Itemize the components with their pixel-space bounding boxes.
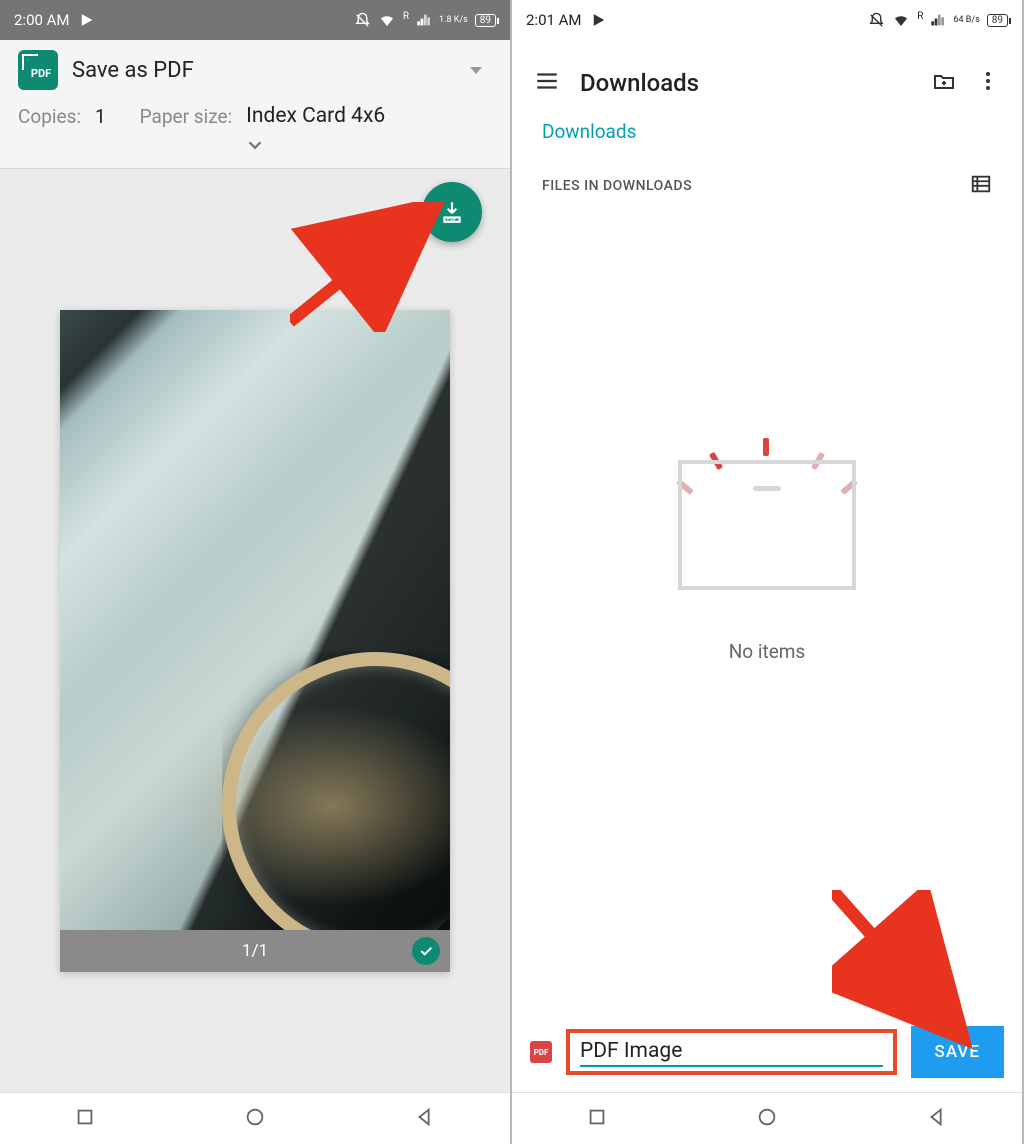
destination-label: Save as PDF bbox=[72, 58, 456, 83]
signal-icon bbox=[416, 12, 432, 28]
print-options-panel: PDF Save as PDF Copies: 1 Paper size: In… bbox=[0, 40, 510, 169]
phone-left-print-screen: 2:00 AM R 1.8 K/s 89 PDF Save as PDF Cop… bbox=[0, 0, 512, 1144]
pdf-icon: PDF bbox=[530, 1041, 552, 1063]
copies-label: Copies: bbox=[18, 105, 81, 128]
page-title: Downloads bbox=[580, 69, 912, 97]
back-button[interactable] bbox=[926, 1106, 948, 1132]
annotation-arrow bbox=[290, 202, 450, 336]
battery-icon: 89 bbox=[475, 14, 496, 27]
home-button[interactable] bbox=[756, 1106, 778, 1132]
play-store-icon bbox=[80, 13, 94, 27]
page-selected-check-icon[interactable] bbox=[412, 937, 440, 965]
more-options-icon[interactable] bbox=[976, 69, 1000, 97]
back-button[interactable] bbox=[414, 1106, 436, 1132]
new-folder-icon[interactable] bbox=[932, 69, 956, 97]
net-rate: 64 B/s bbox=[953, 16, 979, 25]
recent-apps-button[interactable] bbox=[74, 1106, 96, 1132]
home-button[interactable] bbox=[244, 1106, 266, 1132]
breadcrumb-downloads[interactable]: Downloads bbox=[512, 116, 1022, 157]
expand-options-button[interactable] bbox=[18, 128, 492, 164]
dropdown-caret-icon bbox=[470, 67, 482, 74]
list-view-icon[interactable] bbox=[970, 173, 992, 199]
empty-box-illustration bbox=[677, 440, 857, 590]
downloads-header: Downloads bbox=[512, 40, 1022, 116]
network-label: R bbox=[403, 11, 409, 22]
status-bar: 2:00 AM R 1.8 K/s 89 bbox=[0, 0, 510, 40]
pdf-icon: PDF bbox=[18, 50, 58, 90]
phone-right-downloads-screen: 2:01 AM R 64 B/s 89 Downloads Downloads … bbox=[512, 0, 1024, 1144]
status-time: 2:00 AM bbox=[14, 11, 70, 29]
destination-selector[interactable]: PDF Save as PDF bbox=[18, 50, 492, 90]
status-time: 2:01 AM bbox=[526, 11, 582, 29]
mute-icon bbox=[868, 12, 885, 29]
battery-icon: 89 bbox=[987, 14, 1008, 27]
wifi-icon bbox=[378, 11, 396, 29]
paper-size-value[interactable]: Index Card 4x6 bbox=[246, 104, 385, 128]
paper-size-label: Paper size: bbox=[140, 105, 233, 128]
net-rate: 1.8 K/s bbox=[439, 16, 468, 25]
no-items-text: No items bbox=[729, 640, 805, 663]
annotation-arrow bbox=[832, 890, 982, 1054]
copies-value[interactable]: 1 bbox=[95, 105, 106, 128]
wifi-icon bbox=[892, 11, 910, 29]
menu-icon[interactable] bbox=[534, 68, 560, 98]
status-bar: 2:01 AM R 64 B/s 89 bbox=[512, 0, 1022, 40]
preview-image bbox=[60, 310, 450, 930]
signal-icon bbox=[930, 12, 946, 28]
system-nav-bar bbox=[512, 1092, 1022, 1144]
network-label: R bbox=[917, 11, 923, 22]
preview-page[interactable]: 1/1 bbox=[60, 310, 450, 972]
play-store-icon bbox=[592, 13, 606, 27]
system-nav-bar bbox=[0, 1092, 510, 1144]
page-counter: 1/1 bbox=[242, 941, 268, 961]
section-label: FILES IN DOWNLOADS bbox=[542, 178, 692, 194]
mute-icon bbox=[354, 12, 371, 29]
recent-apps-button[interactable] bbox=[586, 1106, 608, 1132]
page-counter-bar: 1/1 bbox=[60, 930, 450, 972]
